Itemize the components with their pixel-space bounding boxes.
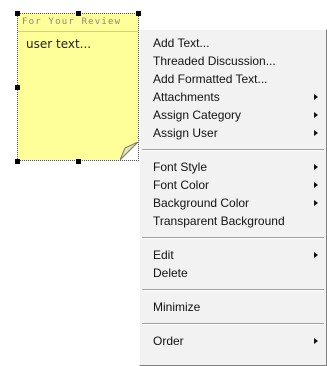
- resize-handle-top-left[interactable]: [15, 11, 20, 16]
- menu-item-label: Font Color: [153, 178, 210, 192]
- menu-separator: [142, 237, 324, 239]
- sticky-note[interactable]: For Your Review user text...: [17, 13, 139, 161]
- submenu-arrow-icon: [314, 164, 318, 170]
- menu-item-delete[interactable]: Delete: [140, 264, 326, 282]
- menu-item-label: Add Text...: [153, 36, 210, 50]
- resize-handle-middle-left[interactable]: [15, 85, 20, 90]
- menu-item-font-style[interactable]: Font Style: [140, 158, 326, 176]
- submenu-arrow-icon: [314, 200, 318, 206]
- menu-item-label: Font Style: [153, 160, 208, 174]
- folded-corner-icon: [120, 142, 138, 160]
- menu-item-label: Assign Category: [153, 108, 242, 122]
- menu-item-label: Transparent Background: [153, 214, 285, 228]
- menu-item-label: Minimize: [153, 300, 201, 314]
- menu-item-label: Threaded Discussion...: [153, 54, 276, 68]
- menu-separator: [142, 289, 324, 291]
- menu-item-edit[interactable]: Edit: [140, 246, 326, 264]
- resize-handle-bottom-left[interactable]: [15, 159, 20, 164]
- resize-handle-bottom-middle[interactable]: [76, 159, 81, 164]
- menu-item-label: Background Color: [153, 196, 250, 210]
- submenu-arrow-icon: [314, 338, 318, 344]
- submenu-arrow-icon: [314, 130, 318, 136]
- submenu-arrow-icon: [314, 182, 318, 188]
- menu-item-label: Delete: [153, 266, 188, 280]
- menu-item-transparent-background[interactable]: Transparent Background: [140, 212, 326, 230]
- menu-item-label: Order: [153, 334, 184, 348]
- menu-item-add-text[interactable]: Add Text...: [140, 34, 326, 52]
- menu-item-attachments[interactable]: Attachments: [140, 88, 326, 106]
- menu-item-font-color[interactable]: Font Color: [140, 176, 326, 194]
- note-body-text[interactable]: user text...: [18, 32, 138, 51]
- menu-separator: [142, 323, 324, 325]
- menu-item-label: Add Formatted Text...: [153, 72, 268, 86]
- menu-item-label: Edit: [153, 248, 174, 262]
- menu-item-threaded-discussion[interactable]: Threaded Discussion...: [140, 52, 326, 70]
- note-title: For Your Review: [18, 14, 138, 32]
- menu-item-assign-user[interactable]: Assign User: [140, 124, 326, 142]
- menu-item-label: Attachments: [153, 90, 220, 104]
- submenu-arrow-icon: [314, 252, 318, 258]
- menu-item-label: Assign User: [153, 126, 218, 140]
- context-menu: Add Text... Threaded Discussion... Add For…: [139, 29, 327, 366]
- submenu-arrow-icon: [314, 112, 318, 118]
- canvas: For Your Review user text... Add Text...…: [0, 0, 327, 366]
- resize-handle-top-right[interactable]: [136, 11, 141, 16]
- menu-separator: [142, 149, 324, 151]
- menu-item-background-color[interactable]: Background Color: [140, 194, 326, 212]
- menu-item-minimize[interactable]: Minimize: [140, 298, 326, 316]
- menu-item-order[interactable]: Order: [140, 332, 326, 350]
- submenu-arrow-icon: [314, 94, 318, 100]
- menu-item-add-formatted-text[interactable]: Add Formatted Text...: [140, 70, 326, 88]
- menu-item-assign-category[interactable]: Assign Category: [140, 106, 326, 124]
- resize-handle-top-middle[interactable]: [76, 11, 81, 16]
